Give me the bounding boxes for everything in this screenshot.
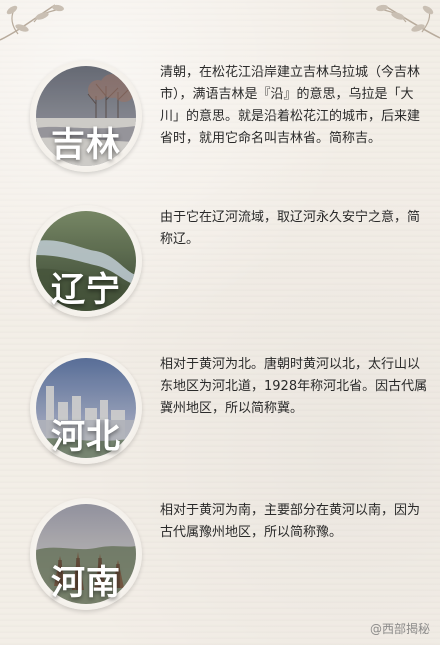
region-row-hebei: 河北 相对于黄河为北。唐朝时黄河以北，太行山以东地区为河北道，1928年称河北省… — [0, 344, 440, 494]
region-row-henan: 河南 相对于黄河为南，主要部分在黄河以南，因为古代属豫州地区，所以简称豫。 — [0, 490, 440, 640]
region-description: 相对于黄河为北。唐朝时黄河以北，太行山以东地区为河北道，1928年称河北省。因古… — [160, 357, 428, 416]
region-medallion: 吉林 — [30, 60, 142, 172]
branch-decoration-left — [0, 4, 64, 41]
region-medallion: 辽宁 — [30, 205, 142, 317]
region-medallion: 河北 — [30, 352, 142, 464]
watermark: @西部揭秘 — [369, 622, 430, 636]
region-name: 辽宁 — [51, 270, 121, 310]
page: 吉林 清朝，在松花江沿岸建立吉林乌拉城（今吉林市），满语吉林是『沿』的意思，乌拉… — [0, 0, 440, 645]
region-name: 吉林 — [51, 125, 121, 165]
region-description: 由于它在辽河流域，取辽河永久安宁之意，简称辽。 — [160, 210, 421, 247]
region-row-liaoning: 辽宁 由于它在辽河流域，取辽河永久安宁之意，简称辽。 — [0, 197, 440, 347]
region-name: 河南 — [51, 563, 121, 603]
branch-decoration-right — [376, 4, 440, 39]
region-medallion: 河南 — [30, 498, 142, 610]
region-name: 河北 — [51, 417, 121, 457]
region-description: 相对于黄河为南，主要部分在黄河以南，因为古代属豫州地区，所以简称豫。 — [160, 503, 421, 540]
region-row-jilin: 吉林 清朝，在松花江沿岸建立吉林乌拉城（今吉林市），满语吉林是『沿』的意思，乌拉… — [0, 52, 440, 202]
region-description: 清朝，在松花江沿岸建立吉林乌拉城（今吉林市），满语吉林是『沿』的意思，乌拉是「大… — [160, 65, 421, 146]
